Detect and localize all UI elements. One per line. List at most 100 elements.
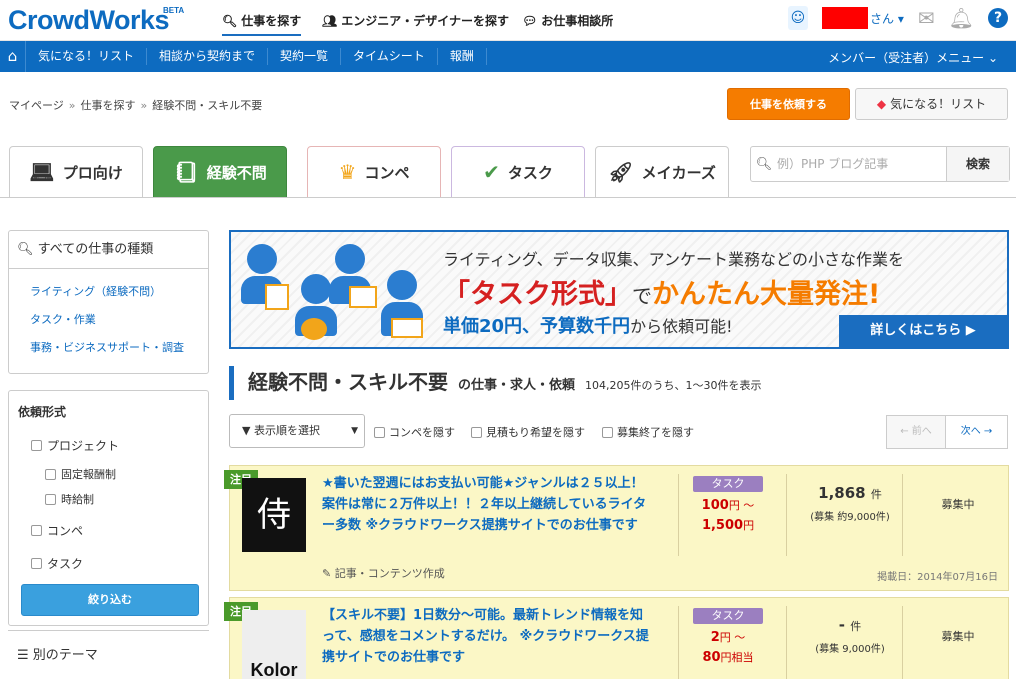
sidebar-item-task[interactable]: タスク・作業 [9,306,208,334]
checkbox[interactable] [374,426,385,438]
price-unit: 円 [743,519,755,532]
job-title[interactable]: ★書いた翌週にはお支払い可能★ジャンルは２５以上！案件は常に２万件以上！！２年以… [322,473,652,536]
chat-icon: 💬︎ [522,13,538,28]
other-theme[interactable]: ☰ 別のテーマ [17,644,98,663]
hide-closed-label: 募集終了を隠す [617,426,694,439]
tab-makers[interactable]: 🚀︎ メイカーズ [595,146,729,198]
banner-headline: 「タスク形式」でかんたん大量発注! [443,272,880,311]
subnav-favorites[interactable]: 気になる！リスト [26,48,148,65]
help-icon[interactable]: ? [988,8,1008,28]
nav-consult[interactable]: 💬︎ お仕事相談所 [522,12,613,29]
filter-project-label: プロジェクト [47,439,120,453]
filter-button[interactable]: 絞り込む [21,584,199,616]
banner-headline-rest: かんたん大量発注! [652,279,881,310]
filter-competition-label: コンペ [47,524,84,538]
job-count: 1,868 件 [790,484,910,502]
filter-project[interactable]: プロジェクト [31,437,119,454]
users-icon: 👥︎ [322,13,338,28]
breadcrumb-current: 経験不問・スキル不要 [152,99,263,112]
job-category[interactable]: ✎ 記事・コンテンツ作成 [322,565,445,581]
bell-icon[interactable]: 🔔︎ [949,6,974,30]
tab-competition-label: コンペ [364,163,410,182]
job-card[interactable]: 注目 侍 ★書いた翌週にはお支払い可能★ジャンルは２５以上！案件は常に２万件以上… [224,465,1009,591]
job-count-sub: (募集 約9,000件) [810,512,890,523]
status-badge: 募集中 [941,630,975,643]
tab-no-experience[interactable]: 📒︎ 経験不問 [153,146,287,198]
sort-select[interactable]: ▼ 表示順を選択 ▼ [229,414,365,448]
job-title[interactable]: 【スキル不要】1日数分〜可能。最新トレンド情報を知って、感想をコメントするだけ。… [322,605,652,668]
member-menu[interactable]: メンバー（受注者）メニュー ⌄ [828,49,998,66]
hide-competition[interactable]: コンペを隠す [374,424,455,440]
sidebar-categories-header[interactable]: 🔍︎ すべての仕事の種類 [9,231,208,269]
posted-date: 掲載日：2014年07月16日 [877,572,998,583]
request-work-button[interactable]: 仕事を依頼する [727,88,850,120]
filter-header: 依頼形式 [18,405,67,419]
task-banner[interactable]: ライティング、データ収集、アンケート業務などの小さな作業を 「タスク形式」でかん… [229,230,1009,349]
nav-find-work[interactable]: 🔍︎ 仕事を探す [222,12,302,36]
tab-competition[interactable]: ♛ コンペ [307,146,441,198]
hide-closed[interactable]: 募集終了を隠す [602,424,694,440]
nav-find-engineers-label: エンジニア・デザイナーを探す [341,14,509,28]
nav-find-engineers[interactable]: 👥︎ エンジニア・デザイナーを探す [322,12,509,29]
next-page-button[interactable]: 次へ → [946,415,1008,449]
search-icon: 🔍︎ [755,156,773,172]
avatar[interactable]: ☺ [787,6,808,30]
sidebar-item-writing[interactable]: ライティング（経験不問） [9,278,208,306]
job-card[interactable]: 注目 Kolor 【スキル不要】1日数分〜可能。最新トレンド情報を知って、感想を… [224,597,1009,679]
member-menu-label: メンバー（受注者）メニュー [828,51,985,65]
filter-fixed[interactable]: 固定報酬制 [45,466,116,482]
tab-pro[interactable]: 💻︎ プロ向け [9,146,143,198]
breadcrumb-find-work[interactable]: 仕事を探す [81,99,136,112]
sidebar-item-office[interactable]: 事務・ビジネスサポート・調査 [9,334,208,362]
filter-competition[interactable]: コンペ [31,522,83,539]
search-icon: 🔍︎ [222,13,238,28]
top-header: CrowdWorks BETA 🔍︎ 仕事を探す 👥︎ エンジニア・デザイナーを… [0,0,1016,41]
sidebar-category-list: ライティング（経験不問） タスク・作業 事務・ビジネスサポート・調査 [9,269,208,362]
crowdworks-logo[interactable]: CrowdWorks [8,5,170,35]
status-badge: 募集中 [941,498,975,511]
checkbox[interactable] [31,525,42,536]
favorites-label: 気になる！リスト [890,97,987,111]
breadcrumb-mypage[interactable]: マイページ [9,99,64,112]
page-title: 経験不問・スキル不要 の仕事・求人・依頼 104,205件のうち、1〜30件を表… [229,366,762,400]
checkbox[interactable] [471,426,482,438]
sort-select-label: ▼ 表示順を選択 [242,424,320,437]
job-thumbnail[interactable]: 侍 [242,478,306,552]
checkbox[interactable] [31,440,42,451]
chevron-down-icon: ⌄ [987,51,998,65]
subnav-consult-contract[interactable]: 相談から契約まで [147,48,269,65]
user-suffix: さん [869,11,894,26]
banner-line1: ライティング、データ収集、アンケート業務などの小さな作業を [443,250,904,269]
sidebar-categories: 🔍︎ すべての仕事の種類 ライティング（経験不問） タスク・作業 事務・ビジネス… [8,230,209,374]
hide-estimate[interactable]: 見積もり希望を隠す [471,424,585,440]
divider [786,606,787,679]
search-input[interactable]: 例）PHP ブログ記事 [777,147,947,181]
checkbox[interactable] [45,493,56,505]
header-user-area: ☺ さん ▾ ✉ 🔔︎ ? [787,6,1008,30]
hide-competition-label: コンペを隠す [389,426,455,439]
divider [786,474,787,556]
mail-icon[interactable]: ✉ [918,6,935,30]
banner-more-button[interactable]: 詳しくはこちら ▶ [839,315,1007,347]
search-button[interactable]: 検索 [947,147,1009,181]
banner-de: で [632,284,652,308]
banner-quoted: 「タスク形式」 [443,279,632,310]
job-thumbnail[interactable]: Kolor [242,610,306,679]
favorites-list-button[interactable]: ◆ 気になる！リスト [855,88,1008,120]
home-icon[interactable]: ⌂ [0,41,26,72]
prev-page-button[interactable]: ← 前へ [886,415,946,449]
tab-task[interactable]: ✔ タスク [451,146,585,198]
tab-no-experience-label: 経験不問 [206,163,267,182]
user-menu-toggle[interactable]: さん ▾ [870,10,904,27]
filter-task[interactable]: タスク [31,555,83,572]
checkbox[interactable] [45,468,56,480]
subnav-rewards[interactable]: 報酬 [438,48,487,65]
checkbox[interactable] [602,426,613,438]
hide-estimate-label: 見積もり希望を隠す [486,426,585,439]
tab-makers-label: メイカーズ [641,163,716,182]
checkbox[interactable] [31,558,42,569]
sub-nav-bar: ⌂ 気になる！リスト 相談から契約まで 契約一覧 タイムシート 報酬 メンバー（… [0,41,1016,72]
filter-hourly[interactable]: 時給制 [45,491,94,507]
subnav-contracts[interactable]: 契約一覧 [268,48,342,65]
subnav-timesheet[interactable]: タイムシート [341,48,438,65]
